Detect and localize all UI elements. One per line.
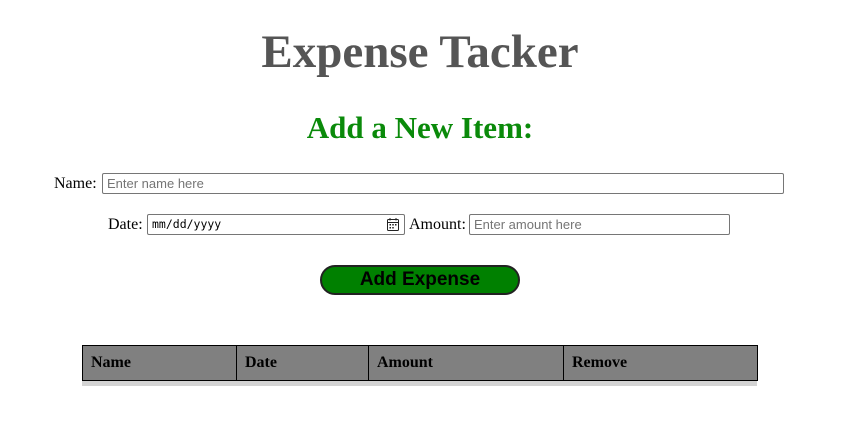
add-expense-button[interactable]: Add Expense — [320, 265, 520, 295]
date-input[interactable]: mm/dd/yyyy — [147, 214, 405, 235]
table-header-row: Name Date Amount Remove — [82, 345, 758, 381]
name-label: Name: — [54, 175, 97, 192]
date-input-text: mm/dd/yyyy — [152, 217, 222, 231]
table-footer-strip — [82, 381, 757, 386]
calendar-icon[interactable] — [387, 218, 399, 231]
column-header-remove: Remove — [563, 345, 758, 381]
page-title: Expense Tacker — [261, 26, 579, 78]
expense-table: Name Date Amount Remove — [82, 345, 758, 381]
amount-input[interactable] — [469, 214, 730, 235]
column-header-date: Date — [236, 345, 369, 381]
name-input[interactable] — [102, 173, 784, 194]
column-header-name: Name — [82, 345, 237, 381]
form-heading: Add a New Item: — [306, 110, 534, 145]
column-header-amount: Amount — [368, 345, 564, 381]
page: Expense Tacker Add a New Item: Name: Dat… — [0, 0, 846, 427]
date-label: Date: — [108, 216, 143, 233]
amount-label: Amount: — [409, 216, 466, 233]
expense-table-container: Name Date Amount Remove — [82, 345, 758, 386]
